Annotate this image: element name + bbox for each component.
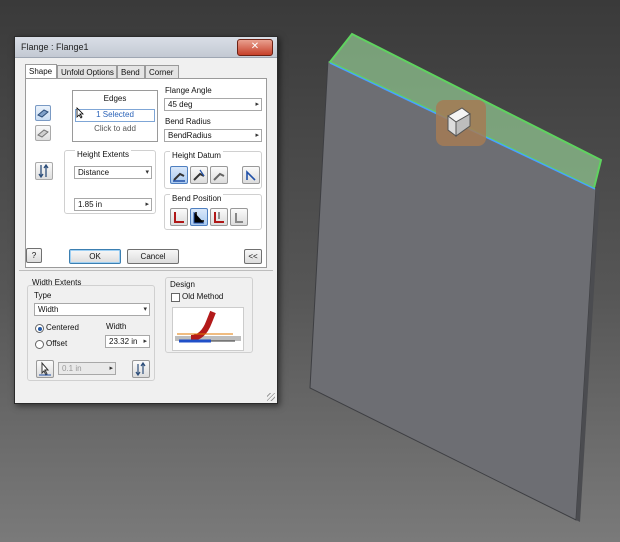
collapse-button[interactable]: << xyxy=(244,249,262,264)
bend-tangent-icon xyxy=(235,213,243,223)
width-input[interactable]: 23.32 in ▸ xyxy=(105,335,150,348)
help-button[interactable]: ? xyxy=(26,248,42,263)
width-type-select[interactable]: Width ▾ xyxy=(34,303,150,316)
chevron-down-icon[interactable]: ▾ xyxy=(143,304,147,315)
height-extents-label: Height Extents xyxy=(75,150,132,159)
mouse-cursor-icon xyxy=(76,107,84,119)
height-datum-button-3[interactable] xyxy=(210,166,228,184)
offset-label: Offset xyxy=(46,339,68,348)
flange-glyph-icon[interactable] xyxy=(436,100,486,146)
tab-shape[interactable]: Shape xyxy=(25,64,57,79)
face-select-button[interactable] xyxy=(35,125,51,141)
height-extents-group: Height Extents Distance ▾ 1.85 in ▸ xyxy=(64,150,156,214)
centered-radio[interactable] xyxy=(35,324,44,333)
bend-position-group: Bend Position xyxy=(164,194,262,230)
chevron-right-icon[interactable]: ▸ xyxy=(255,99,259,110)
width-type-value: Width xyxy=(38,305,59,314)
datum-outer-icon xyxy=(173,172,185,182)
edges-header: Edges xyxy=(103,94,127,103)
width-label: Width xyxy=(106,322,127,331)
ok-button[interactable]: OK xyxy=(69,249,121,264)
dialog-title: Flange : Flange1 xyxy=(21,42,89,52)
divider xyxy=(19,270,273,271)
offset-flip-button[interactable] xyxy=(132,360,150,378)
chevron-right-icon: ▸ xyxy=(109,365,113,372)
tab-corner[interactable]: Corner xyxy=(145,65,179,79)
datum-parallel-icon xyxy=(213,172,225,181)
bend-position-button-3[interactable] xyxy=(210,208,228,226)
design-label: Design xyxy=(170,280,195,289)
design-preview-image xyxy=(172,307,244,351)
height-datum-button-2[interactable] xyxy=(190,166,208,184)
offset-radio[interactable] xyxy=(35,340,44,349)
chevron-right-icon[interactable]: ▸ xyxy=(255,130,259,141)
bend-position-label: Bend Position xyxy=(170,194,224,203)
face-select-icon xyxy=(37,129,49,138)
width-type-label: Type xyxy=(34,291,52,300)
flange-angle-label: Flange Angle xyxy=(165,86,212,95)
old-method-label: Old Method xyxy=(182,292,224,301)
chevron-right-icon[interactable]: ▸ xyxy=(145,199,149,210)
bend-adjacent-icon xyxy=(214,212,224,223)
flip-direction-button[interactable] xyxy=(35,162,53,180)
bend-position-button-4[interactable] xyxy=(230,208,248,226)
flip-direction-icon xyxy=(135,361,146,377)
edge-select-icon xyxy=(37,109,49,118)
height-datum-button-4[interactable] xyxy=(242,166,260,184)
resize-grip-icon[interactable] xyxy=(267,393,275,401)
bend-radius-value: BendRadius xyxy=(168,131,212,140)
edges-click-to-add[interactable]: Click to add xyxy=(73,124,157,133)
height-distance-value: 1.85 in xyxy=(78,200,103,209)
centered-label: Centered xyxy=(46,323,79,332)
flip-direction-icon xyxy=(38,163,49,179)
bend-position-button-2[interactable] xyxy=(190,208,208,226)
cursor-select-icon xyxy=(39,361,51,376)
shape-panel: Edges 1 Selected Click to add Flange Ang… xyxy=(25,78,267,268)
bend-inside-icon xyxy=(174,212,184,223)
chevron-down-icon[interactable]: ▾ xyxy=(145,167,149,178)
edge-select-button[interactable] xyxy=(35,105,51,121)
height-datum-button-1[interactable] xyxy=(170,166,188,184)
bend-outside-icon xyxy=(193,212,204,224)
width-extents-group: Type Width ▾ Centered Offset Width 23.32… xyxy=(27,285,155,381)
datum-aligned-icon xyxy=(246,170,256,181)
offset-select-button[interactable] xyxy=(36,360,54,378)
height-datum-label: Height Datum xyxy=(170,151,223,160)
title-bar[interactable]: Flange : Flange1 ✕ xyxy=(15,37,277,58)
bend-diagram-icon xyxy=(175,310,241,343)
close-button[interactable]: ✕ xyxy=(237,39,273,56)
height-extents-type-select[interactable]: Distance ▾ xyxy=(74,166,152,179)
bend-position-button-1[interactable] xyxy=(170,208,188,226)
offset-value-input: 0.1 in ▸ xyxy=(58,362,116,375)
datum-inner-icon xyxy=(193,169,205,181)
cancel-button[interactable]: Cancel xyxy=(127,249,179,264)
flange-dialog: Flange : Flange1 ✕ Shape Unfold Options … xyxy=(14,36,278,404)
height-datum-group: Height Datum xyxy=(164,151,262,189)
flange-angle-value: 45 deg xyxy=(168,100,193,109)
width-value: 23.32 in xyxy=(109,337,138,346)
edges-selected[interactable]: 1 Selected xyxy=(75,109,155,122)
height-extents-type-value: Distance xyxy=(78,168,110,177)
chevron-right-icon[interactable]: ▸ xyxy=(143,336,147,347)
bend-radius-label: Bend Radius xyxy=(165,117,211,126)
tab-unfold-options[interactable]: Unfold Options xyxy=(57,65,117,79)
tab-bend[interactable]: Bend xyxy=(117,65,145,79)
bend-radius-input[interactable]: BendRadius ▸ xyxy=(164,129,262,142)
height-distance-input[interactable]: 1.85 in ▸ xyxy=(74,198,152,211)
flange-angle-input[interactable]: 45 deg ▸ xyxy=(164,98,262,111)
old-method-checkbox[interactable] xyxy=(171,293,180,302)
offset-value: 0.1 in xyxy=(62,364,82,373)
edges-selector[interactable]: Edges 1 Selected Click to add xyxy=(72,90,158,142)
